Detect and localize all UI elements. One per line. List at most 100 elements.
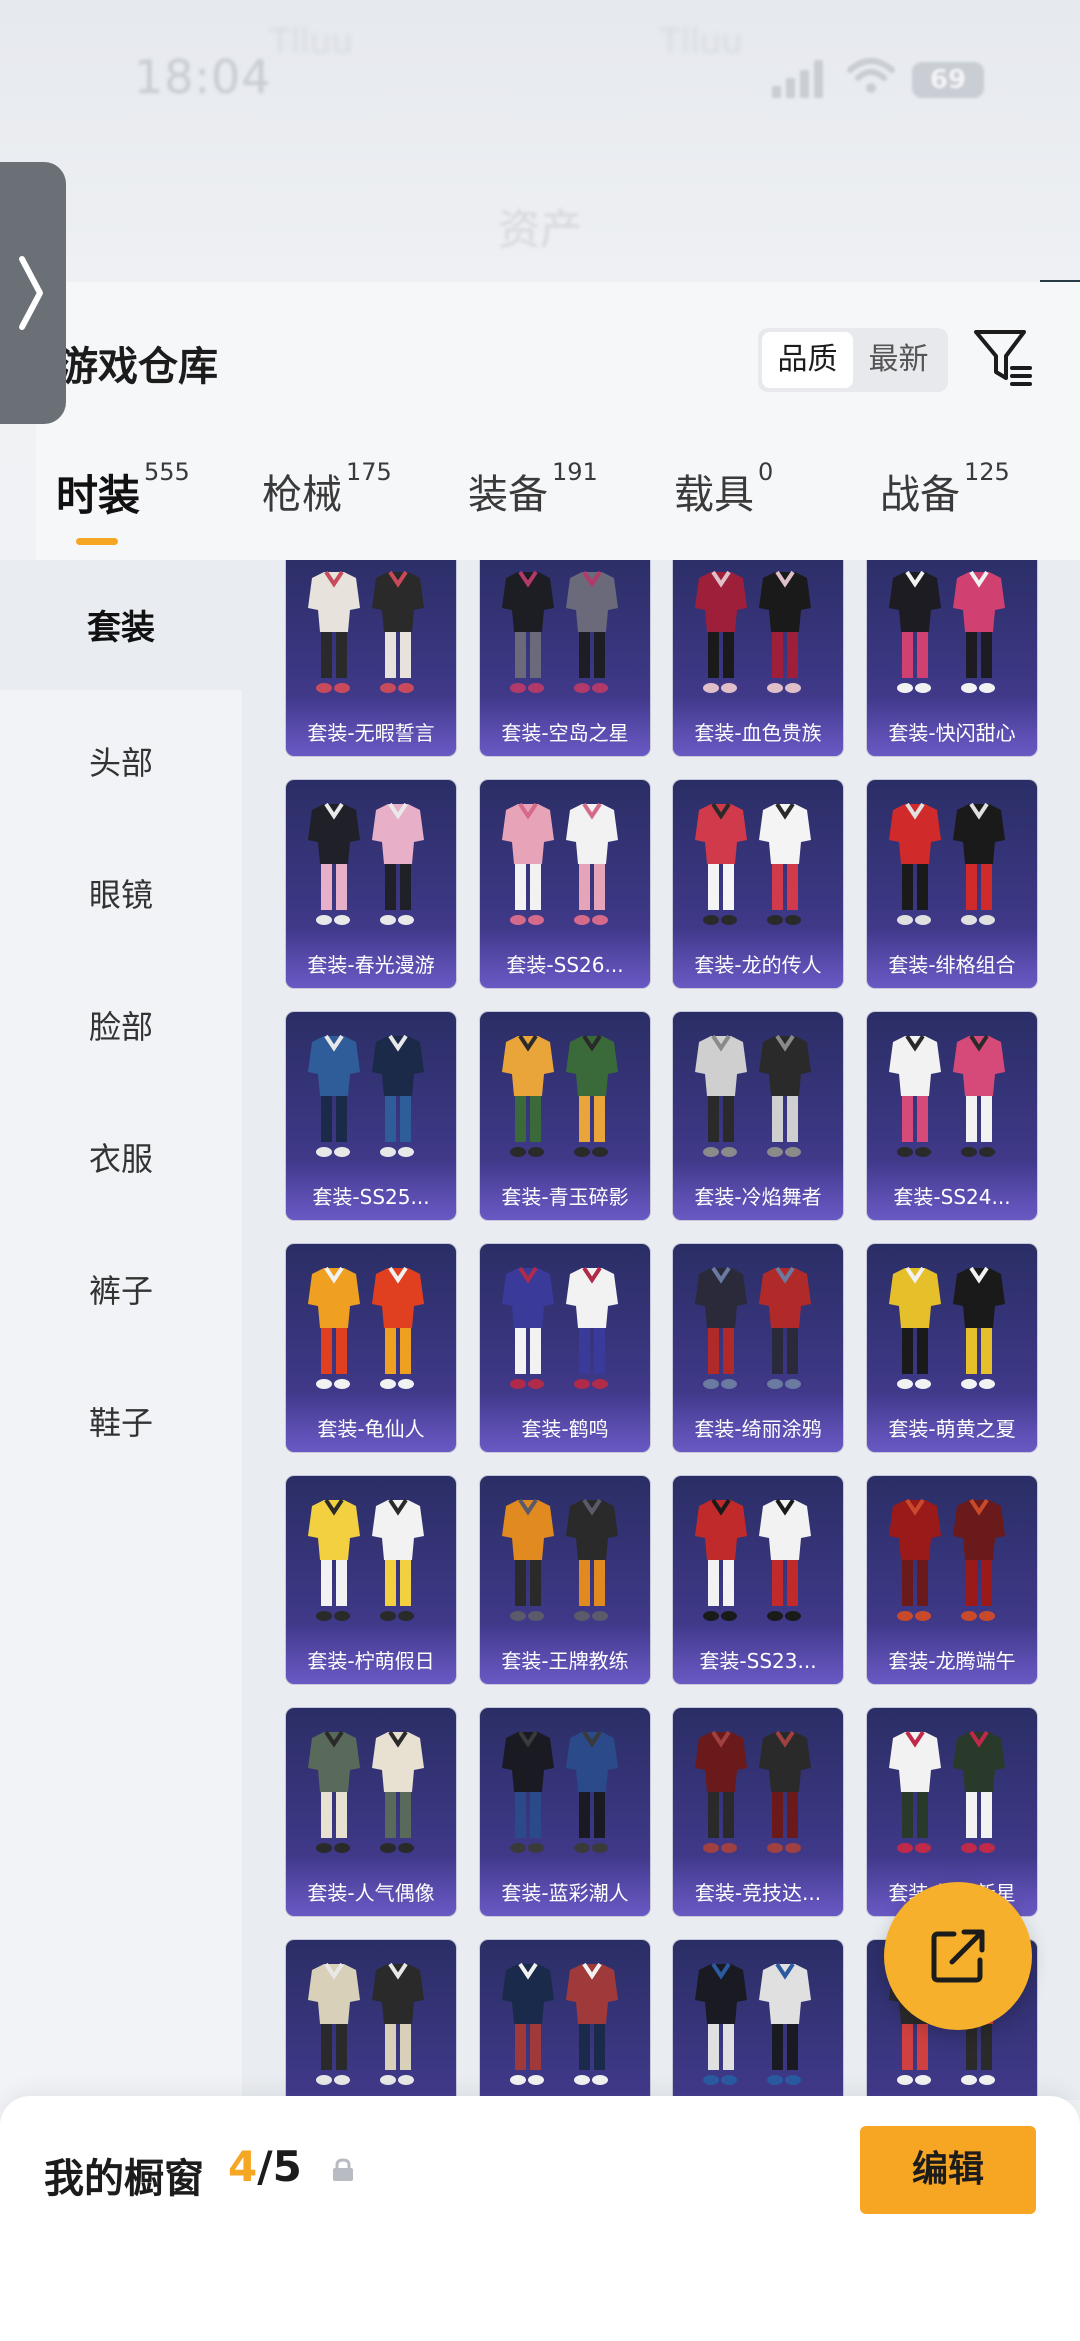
outfit-name: 套装-冷焰舞者 [694, 1185, 822, 1209]
outfit-card[interactable]: 套装-青玉碎影 [480, 1012, 650, 1220]
edit-button[interactable]: 编辑 [860, 2126, 1036, 2214]
outfit-card[interactable]: 套装-冷焰舞者 [673, 1012, 843, 1220]
outfit-name: 套装-鹤鸣 [521, 1417, 609, 1441]
tab-weapons[interactable]: 枪械 175 [262, 458, 392, 552]
tab-count: 125 [964, 458, 1010, 486]
outfit-thumbnail [308, 1034, 424, 1157]
sort-toggle: 品质 最新 [758, 328, 948, 392]
outfit-name: 套装-青玉碎影 [501, 1185, 629, 1209]
outfit-card[interactable]: 套装-柠萌假日 [286, 1476, 456, 1684]
tab-count: 555 [144, 458, 190, 486]
outfit-card[interactable]: 套装-王牌教练 [480, 1476, 650, 1684]
showcase-current: 4 [228, 2142, 258, 2191]
outfit-thumbnail [695, 570, 811, 693]
filter-icon [974, 330, 1032, 386]
side-panel-toggle[interactable] [0, 162, 66, 424]
tab-label: 枪械 [262, 472, 342, 518]
outfit-name: 套装-无暇誓言 [307, 721, 435, 745]
showcase-count: 4/5 [228, 2142, 302, 2191]
tab-label: 装备 [468, 472, 548, 518]
outfit-thumbnail [502, 1266, 618, 1389]
filter-button[interactable] [972, 326, 1034, 388]
tab-active-indicator [76, 538, 118, 545]
outfit-card[interactable]: 套装-绮丽涂鸦 [673, 1244, 843, 1452]
sort-quality-option[interactable]: 品质 [762, 332, 853, 388]
tab-label: 时装 [56, 471, 141, 520]
status-carrier-right: Tlluu [660, 22, 743, 62]
item-grid: 套装-无暇誓言 套装-空岛之星 套装-血色贵族 套装-快闪甜心 套装-春光漫游 套装-SS… [242, 560, 1080, 2100]
subnav-item-face[interactable]: 脸部 [0, 1002, 242, 1048]
subnav-item-clothes[interactable]: 衣服 [0, 1134, 242, 1180]
tab-equipment[interactable]: 装备 191 [468, 458, 598, 552]
outfit-thumbnail [502, 802, 618, 925]
showcase-separator: / [257, 2142, 273, 2191]
outfit-thumbnail [889, 1266, 1005, 1389]
chevron-right-icon [19, 256, 43, 330]
wifi-icon [847, 58, 895, 93]
outfit-card[interactable]: 套装-人气偶像 [286, 1708, 456, 1916]
outfit-card[interactable]: 套装-蓝彩潮人 [480, 1708, 650, 1916]
share-button[interactable] [884, 1882, 1032, 2030]
outfit-name: 套装-王牌教练 [501, 1649, 629, 1673]
signal-icon [772, 58, 828, 98]
outfit-card[interactable]: 套装-SS24... [867, 1012, 1037, 1220]
outfit-card[interactable]: 套装-绯格组合 [867, 780, 1037, 988]
outfit-card[interactable]: 套装-竞技达... [673, 1708, 843, 1916]
outfit-name: 套装-蓝彩潮人 [501, 1881, 629, 1905]
outfit-thumbnail [308, 802, 424, 925]
page-title: 资产 [497, 205, 582, 254]
outfit-name: 套装-SS23... [699, 1649, 817, 1673]
tab-fashion[interactable]: 时装 555 [56, 458, 190, 552]
outfit-card[interactable]: 套装-龙的传人 [673, 780, 843, 988]
outfit-card[interactable]: 套装-血色贵族 [673, 560, 843, 756]
outfit-thumbnail [695, 1034, 811, 1157]
outfit-card[interactable]: 套装-特训学院 [480, 1940, 650, 2100]
tab-count: 191 [552, 458, 598, 486]
status-carrier-left: Tlluu [270, 22, 353, 62]
warehouse-title: 游戏仓库 [58, 344, 218, 390]
outfit-thumbnail [695, 1962, 811, 2085]
outfit-card[interactable]: 套装-萌黄之夏 [867, 1244, 1037, 1452]
sort-newest-option[interactable]: 最新 [853, 332, 944, 388]
subcategory-nav [0, 560, 242, 2100]
outfit-thumbnail [889, 570, 1005, 693]
tab-label: 载具 [674, 472, 754, 518]
subnav-item-pants[interactable]: 裤子 [0, 1266, 242, 1312]
subnav-item-head[interactable]: 头部 [0, 738, 242, 784]
outfit-card[interactable]: 套装-龟仙人 [286, 1244, 456, 1452]
outfit-card[interactable]: 套装-SS23... [673, 1476, 843, 1684]
outfit-card[interactable]: 套装-SS22... [286, 1940, 456, 2100]
battery-icon: 69 [912, 62, 984, 98]
outfit-thumbnail [308, 1266, 424, 1389]
outfit-card[interactable]: 套装-龙腾端午 [867, 1476, 1037, 1684]
outfit-thumbnail [695, 1266, 811, 1389]
outfit-card[interactable]: 套装-空岛之星 [480, 560, 650, 756]
share-icon [931, 1929, 985, 1983]
status-bar: 18:04 Tlluu Tlluu 69 [0, 0, 1080, 120]
tab-count: 175 [346, 458, 392, 486]
tab-supplies[interactable]: 战备 125 [880, 458, 1010, 552]
outfit-thumbnail [889, 1034, 1005, 1157]
outfit-name: 套装-人气偶像 [307, 1881, 435, 1905]
subnav-item-suits[interactable]: 套装 [0, 600, 242, 649]
outfit-thumbnail [502, 1034, 618, 1157]
outfit-card[interactable]: 套装-SS25... [286, 1012, 456, 1220]
tab-vehicles[interactable]: 载具 0 [674, 458, 773, 552]
outfit-card[interactable]: 套装-SS26... [480, 780, 650, 988]
lock-icon [333, 2158, 353, 2181]
outfit-thumbnail [695, 1730, 811, 1853]
outfit-name: 套装-竞技达... [694, 1881, 822, 1905]
outfit-name: 套装-SS24... [893, 1185, 1011, 1209]
outfit-card[interactable]: 套装-快闪甜心 [867, 560, 1037, 756]
outfit-name: 套装-龙腾端午 [888, 1649, 1016, 1673]
outfit-card[interactable]: 套装-春光漫游 [286, 780, 456, 988]
outfit-thumbnail [889, 1730, 1005, 1853]
outfit-thumbnail [502, 1498, 618, 1621]
outfit-card[interactable]: 套装-鹤鸣 [480, 1244, 650, 1452]
outfit-card[interactable]: 套装-实践教室 [673, 1940, 843, 2100]
subnav-item-shoes[interactable]: 鞋子 [0, 1398, 242, 1444]
outfit-thumbnail [695, 802, 811, 925]
outfit-thumbnail [308, 1962, 424, 2085]
subnav-item-glasses[interactable]: 眼镜 [0, 870, 242, 916]
outfit-card[interactable]: 套装-无暇誓言 [286, 560, 456, 756]
